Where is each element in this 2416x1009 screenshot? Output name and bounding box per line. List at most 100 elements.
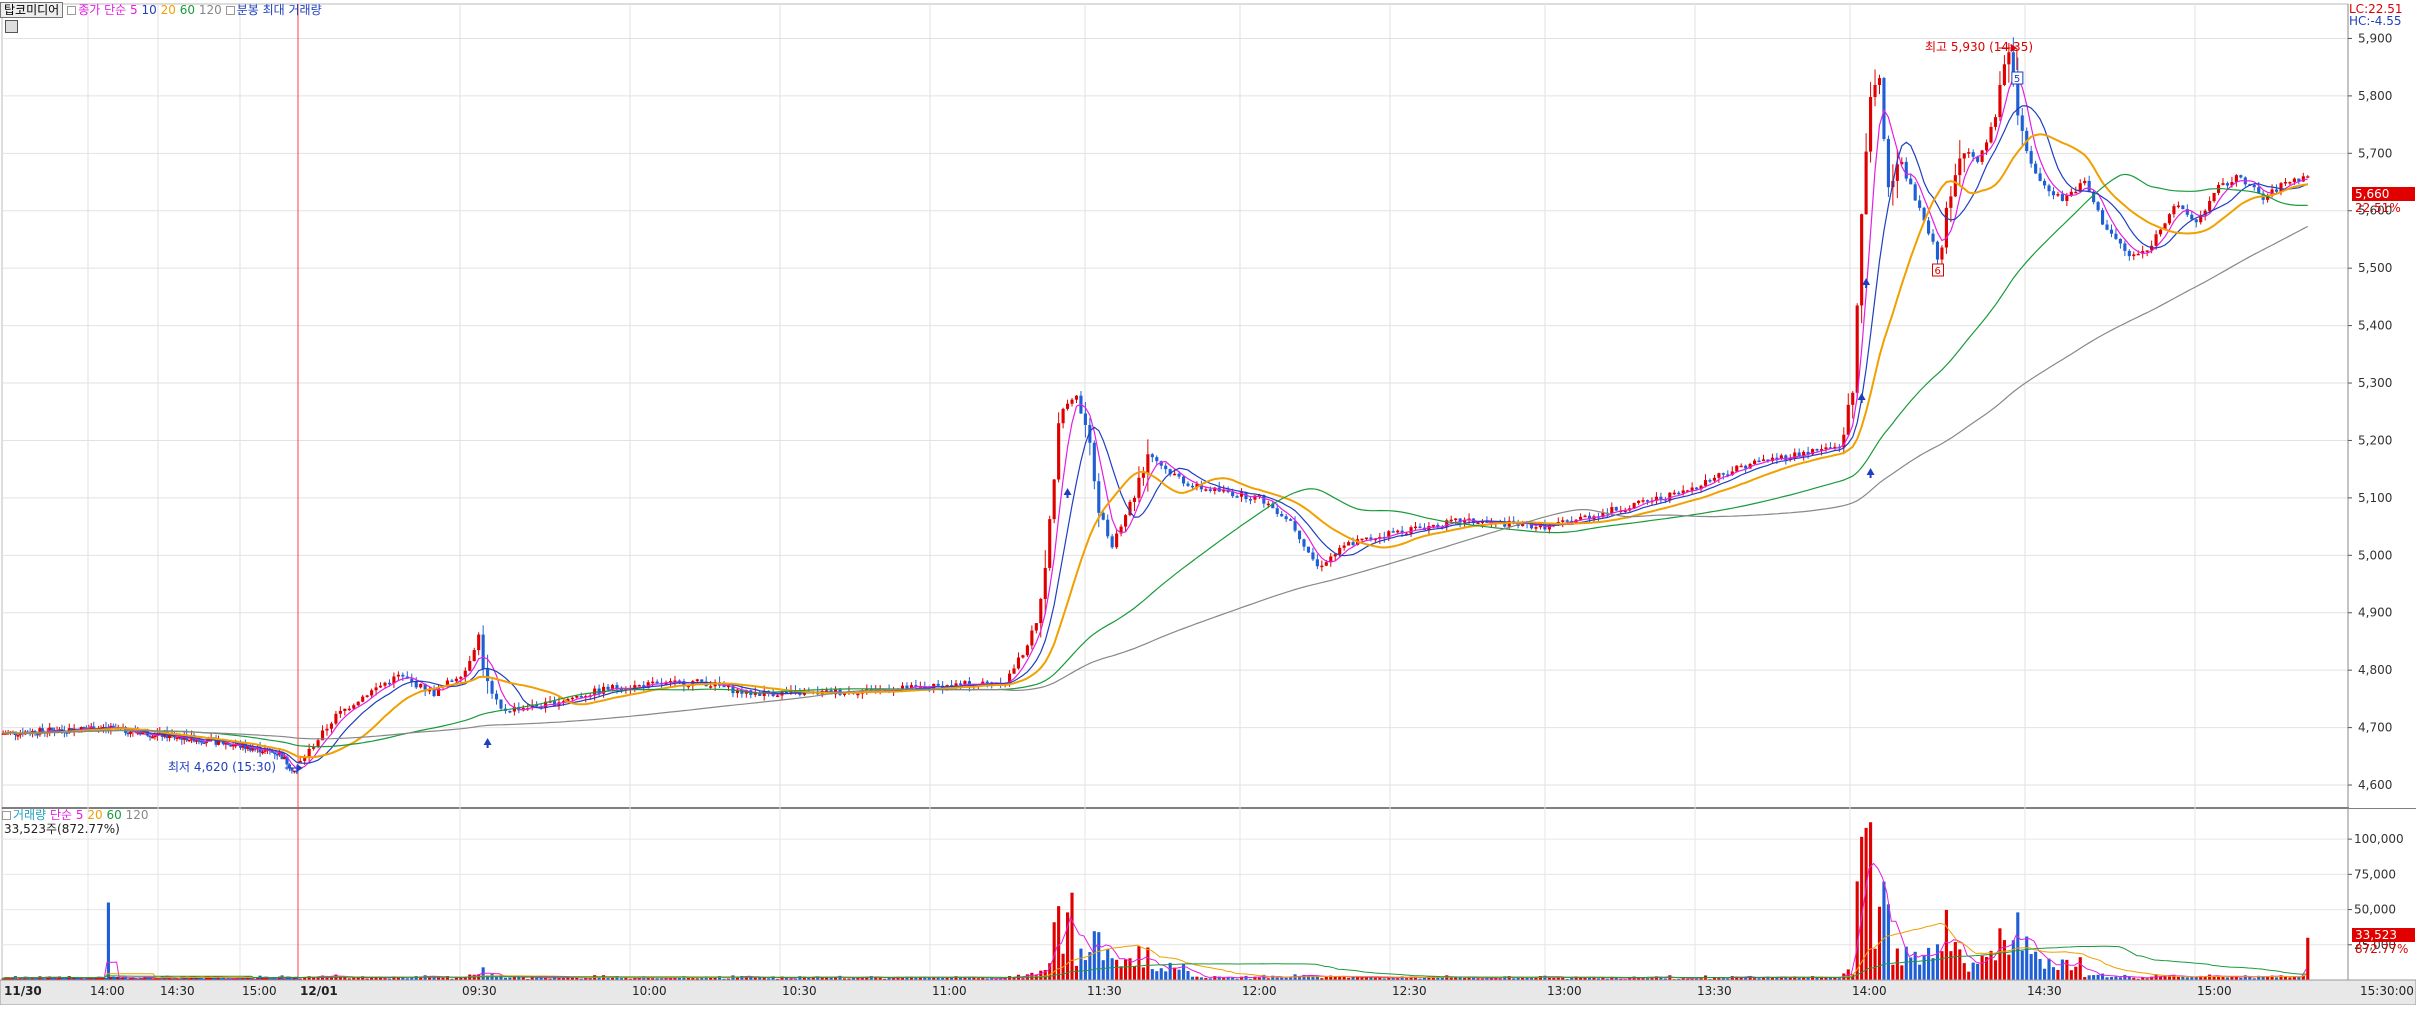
candle-body (2029, 151, 2033, 164)
candle-body (1918, 200, 1922, 208)
volume-bar (1873, 948, 1877, 980)
volume-bar (1993, 960, 1998, 980)
candle-body (1302, 539, 1306, 547)
candle-body (1989, 126, 1993, 143)
candle-body (1931, 233, 1935, 242)
price-badge-pct: 22.51% (2355, 201, 2401, 215)
candle-body (401, 674, 405, 677)
candle-body (2252, 184, 2256, 188)
volume-badge-pct: 872.77% (2355, 942, 2409, 956)
candle-body (1583, 515, 1587, 518)
candle-body (1944, 207, 1948, 248)
candle-body (1204, 489, 1208, 491)
time-label: 09:30 (462, 984, 497, 998)
time-label: 14:30 (2027, 984, 2062, 998)
ma-checkbox[interactable] (67, 6, 77, 15)
volume-legend: 거래량 단순 5 20 60 120 (0, 808, 148, 822)
candle-body (2074, 191, 2078, 194)
price-tick-label: 5,800 (2358, 89, 2392, 103)
candle-body (2158, 229, 2163, 235)
candle-body (1476, 522, 1480, 525)
candle-body (419, 683, 423, 688)
candle-body (606, 686, 610, 690)
volume-bar (2069, 970, 2073, 980)
volume-bar (2047, 958, 2051, 980)
volume-bar (1123, 959, 1128, 980)
candle-body (1436, 524, 1440, 527)
candle-body (1784, 455, 1788, 460)
volume-bar (1922, 955, 1926, 980)
candle-body (1070, 399, 1074, 404)
volume-bar (1244, 975, 1248, 980)
grid-toggle-icon[interactable] (5, 20, 18, 33)
volume-bar (2002, 940, 2006, 980)
candle-body (128, 731, 132, 734)
split-label: 분봉 최대 거래량 (236, 3, 322, 17)
volume-bar (1164, 971, 1168, 980)
candle-body (1454, 518, 1458, 521)
candle-body (1998, 84, 2002, 118)
split-checkbox[interactable] (225, 6, 235, 15)
candle-body (16, 735, 20, 737)
candle-body (1311, 552, 1315, 560)
volume-bar (1141, 967, 1145, 980)
candle-body (1967, 152, 1971, 154)
stock-name-button[interactable]: 탑코미디어 (0, 2, 64, 18)
volume-bar (1855, 881, 1859, 980)
candle-body (1641, 500, 1645, 502)
candle-body (1034, 623, 1038, 631)
candle-body (1815, 449, 1819, 451)
volume-ma-20: 20 (87, 808, 103, 822)
volume-bar (2096, 974, 2100, 980)
volume-bar (1895, 948, 1899, 980)
candle-body (1753, 460, 1757, 465)
candle-body (579, 696, 583, 698)
candle-body (1190, 485, 1195, 488)
time-label: 15:00 (2197, 984, 2232, 998)
time-label: 12/01 (300, 984, 338, 998)
candle-body (1132, 497, 1137, 502)
candle-body (2136, 253, 2140, 256)
candle-body (1164, 465, 1168, 470)
volume-bar (1119, 966, 1123, 980)
volume-bar (1159, 968, 1163, 980)
candle-body (1342, 545, 1346, 548)
volume-bar (1931, 958, 1935, 980)
price-tick-label: 4,900 (2358, 606, 2392, 620)
volume-bar (2029, 954, 2033, 980)
time-label: 10:00 (632, 984, 667, 998)
candle-body (1958, 158, 1962, 176)
candle-body (459, 677, 463, 679)
grid-lines (1, 3, 2416, 981)
candle-body (1904, 161, 1908, 179)
candle-body (1985, 142, 1989, 151)
candle-body (1873, 84, 1877, 98)
candle-body (1284, 516, 1288, 520)
volume-ma-label: 단순 (49, 808, 73, 822)
candle-body (1057, 423, 1061, 480)
volume-bar (1909, 957, 1913, 980)
candle-body (2212, 192, 2216, 201)
candle-body (2034, 163, 2038, 174)
candle-body (1735, 465, 1739, 472)
candle-body (1074, 395, 1079, 400)
volume-bar (2306, 937, 2310, 980)
candle-body (1449, 519, 1453, 522)
candle-body (1333, 554, 1337, 557)
candle-body (1953, 175, 1957, 197)
candle-body (2288, 182, 2292, 184)
candle-body (2047, 185, 2051, 192)
candle-body (1860, 214, 1864, 306)
candle-body (374, 687, 378, 691)
volume-checkbox[interactable] (2, 811, 11, 820)
candle-body (414, 681, 418, 688)
candle-body (1123, 515, 1128, 527)
candle-body (1248, 499, 1253, 501)
candle-body (2083, 180, 2087, 184)
volume-bar (1039, 970, 1043, 980)
candle-body (2234, 175, 2238, 183)
candle-body (700, 679, 704, 682)
candle-body (508, 710, 512, 713)
candle-body (2208, 200, 2212, 211)
stock-chart[interactable]: 5,9005,8005,7005,6005,5005,4005,3005,200… (0, 0, 2416, 1006)
